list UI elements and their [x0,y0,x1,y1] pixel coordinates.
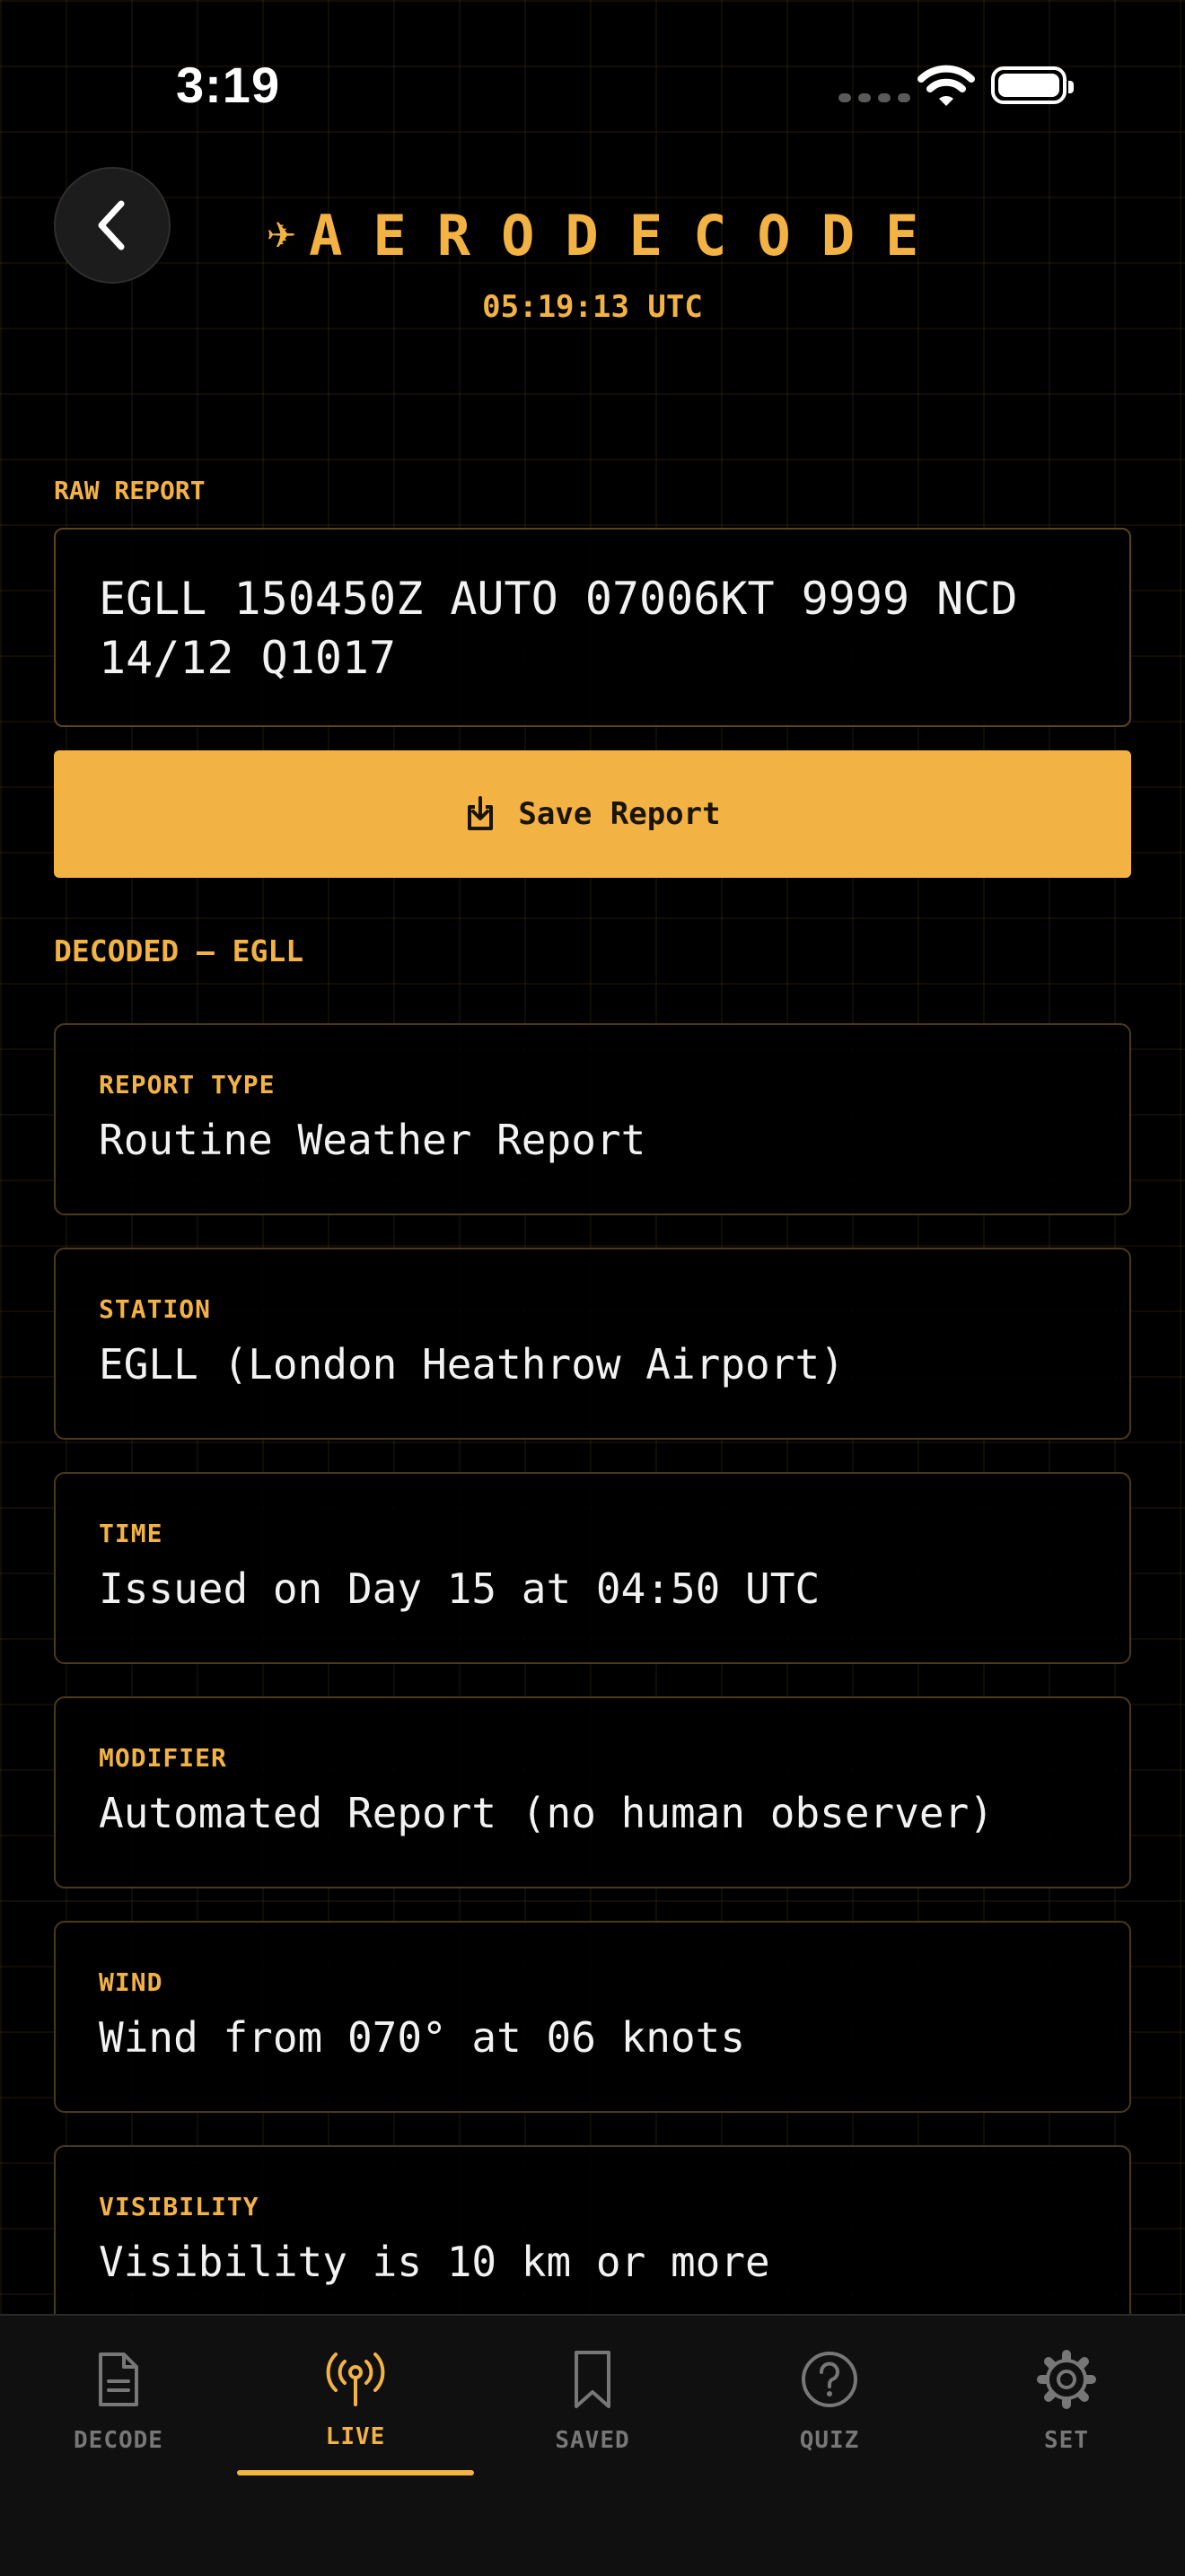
airplane-icon: ✈ [266,215,297,257]
tab-label: LIVE [325,2423,386,2450]
card-value: Issued on Day 15 at 04:50 UTC [99,1564,821,1613]
decoded-section-label: DECODED — EGLL [54,933,304,968]
card-value: Wind from 070° at 06 knots [99,2013,746,2062]
tab-saved[interactable]: SAVED [474,2316,711,2486]
card-label: STATION [99,1294,212,1324]
card-value: Automated Report (no human observer) [99,1789,994,1837]
status-time: 3:19 [176,57,281,113]
tab-bar: DECODE LIVE SAVED QUIZ SET [0,2314,1185,2576]
decoded-card-visibility: VISIBILITY Visibility is 10 km or more [54,2145,1131,2337]
decoded-card-modifier: MODIFIER Automated Report (no human obse… [54,1696,1131,1888]
raw-report-label: RAW REPORT [54,476,206,505]
tab-live[interactable]: LIVE [237,2316,474,2486]
save-icon [468,796,494,830]
card-label: REPORT TYPE [99,1070,276,1100]
card-label: WIND [99,1967,163,1997]
antenna-icon [324,2348,387,2411]
card-label: VISIBILITY [99,2192,259,2221]
decoded-card-station: STATION EGLL (London Heathrow Airport) [54,1248,1131,1440]
decoded-card-report-type: REPORT TYPE Routine Weather Report [54,1023,1131,1215]
app-title: AERODECODE [309,203,950,268]
document-icon [95,2348,142,2411]
tab-set[interactable]: SET [948,2316,1185,2486]
card-value: EGLL (London Heathrow Airport) [99,1340,845,1389]
raw-report-text[interactable]: EGLL 150450Z AUTO 07006KT 9999 NCD 14/12… [54,528,1131,727]
tab-label: SAVED [555,2427,630,2454]
tab-decode[interactable]: DECODE [0,2316,237,2486]
gear-icon [1036,2348,1097,2411]
card-label: TIME [99,1519,163,1548]
tab-label: SET [1044,2427,1089,2454]
card-label: MODIFIER [99,1743,227,1773]
utc-clock: 05:19:13 UTC [482,289,703,325]
app-header: ✈ AERODECODE [0,203,1185,268]
save-report-button[interactable]: Save Report [54,750,1131,878]
save-report-label: Save Report [518,796,721,832]
active-tab-indicator [237,2470,474,2475]
question-icon [800,2348,859,2411]
decoded-card-wind: WIND Wind from 070° at 06 knots [54,1921,1131,2113]
wifi-icon [917,65,975,111]
bookmark-icon [572,2348,613,2411]
card-value: Routine Weather Report [99,1116,646,1164]
tab-label: QUIZ [799,2427,860,2454]
battery-icon [991,66,1074,104]
decoded-card-time: TIME Issued on Day 15 at 04:50 UTC [54,1472,1131,1664]
card-value: Visibility is 10 km or more [99,2238,770,2286]
tab-label: DECODE [74,2427,163,2454]
tab-quiz[interactable]: QUIZ [711,2316,948,2486]
cellular-signal-icon [838,93,910,102]
